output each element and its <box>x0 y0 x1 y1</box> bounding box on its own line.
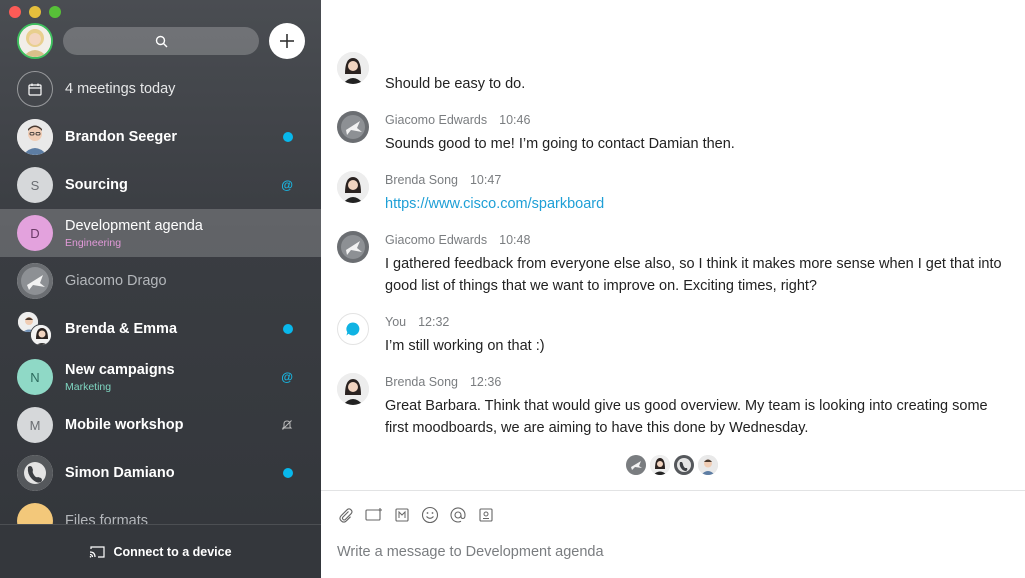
message-text: I gathered feedback from everyone else a… <box>385 256 1002 294</box>
conversation-item-brenda-emma[interactable]: Brenda & Emma <box>0 305 321 353</box>
read-receipts[interactable] <box>626 455 718 475</box>
author-name: You <box>385 315 407 329</box>
connect-label: Connect to a device <box>113 544 232 559</box>
avatar: N <box>17 359 53 395</box>
avatar <box>337 52 369 84</box>
at-icon: @ <box>281 370 293 384</box>
conversation-pane: Should be easy to do. Giacomo Edwards 10:… <box>321 0 1025 578</box>
message-meta: You 12:32 <box>385 315 449 329</box>
cast-icon <box>90 545 106 558</box>
user-avatar[interactable] <box>17 23 53 59</box>
meetings-today[interactable]: 4 meetings today <box>0 65 321 113</box>
conversation-name: Mobile workshop <box>65 417 184 433</box>
conversation-name: Development agenda <box>65 217 203 234</box>
conversation-name: New campaigns <box>65 361 175 378</box>
window-controls <box>9 6 61 18</box>
message-meta: Giacomo Edwards 10:46 <box>385 113 530 127</box>
conversation-name: Giacomo Drago <box>65 273 167 289</box>
conversation-list: Brandon Seeger S Sourcing @ D Developmen… <box>0 113 321 545</box>
author-name: Giacomo Edwards <box>385 233 488 247</box>
message-text: Great Barbara. Think that would give us … <box>385 398 988 436</box>
search-bar[interactable] <box>63 27 259 55</box>
author-name: Brenda Song <box>385 375 458 389</box>
unread-indicator <box>283 468 293 478</box>
avatar <box>650 455 670 475</box>
message-input[interactable] <box>337 541 997 563</box>
mention-indicator: @ <box>281 368 293 386</box>
mention-indicator: @ <box>281 176 293 194</box>
message-meta: Brenda Song 12:36 <box>385 375 501 389</box>
avatar <box>17 263 53 299</box>
avatar <box>337 373 369 405</box>
calendar-icon <box>17 71 53 107</box>
meetings-label: 4 meetings today <box>65 81 176 97</box>
team-label: Marketing <box>65 380 112 393</box>
conversation-name: Sourcing <box>65 177 128 193</box>
sidebar: 4 meetings today Brandon Seeger S Sourci… <box>0 0 321 578</box>
message-text: I’m still working on that :) <box>385 338 545 354</box>
at-icon: @ <box>281 178 293 192</box>
mention-icon[interactable] <box>449 506 467 524</box>
unread-indicator <box>283 132 293 142</box>
message-text: https://www.cisco.com/sparkboard <box>385 193 1005 215</box>
conversation-item-mobile-workshop[interactable]: M Mobile workshop <box>0 401 321 449</box>
close-window-button[interactable] <box>9 6 21 18</box>
message-text: Sounds good to me! I’m going to contact … <box>385 136 735 152</box>
attach-icon[interactable] <box>337 506 355 524</box>
avatar <box>17 455 53 491</box>
conversation-name: Brenda & Emma <box>65 321 178 337</box>
connect-to-device-button[interactable]: Connect to a device <box>0 524 321 578</box>
conversation-item-simon-damiano[interactable]: Simon Damiano <box>0 449 321 497</box>
conversation-item-brandon-seeger[interactable]: Brandon Seeger <box>0 113 321 161</box>
avatar: M <box>17 407 53 443</box>
timestamp: 10:47 <box>469 173 502 187</box>
avatar <box>337 231 369 263</box>
avatar: D <box>17 215 53 251</box>
chat-bubble-icon <box>346 322 360 336</box>
message-composer <box>321 490 1025 578</box>
conversation-name: Brandon Seeger <box>65 129 177 145</box>
team-label: Engineering <box>65 236 122 249</box>
conversation-name: Simon Damiano <box>65 465 175 481</box>
avatar <box>626 455 646 475</box>
avatar <box>698 455 718 475</box>
timestamp: 10:48 <box>499 233 531 247</box>
composer-toolbar <box>337 506 495 524</box>
conversation-item-giacomo-drago[interactable]: Giacomo Drago <box>0 257 321 305</box>
message-meta: Brenda Song 10:47 <box>385 173 501 187</box>
message-text: Should be easy to do. <box>385 76 526 92</box>
whiteboard-icon[interactable] <box>477 506 495 524</box>
new-space-button[interactable] <box>269 23 305 59</box>
timestamp: 10:46 <box>499 113 531 127</box>
message-link[interactable]: https://www.cisco.com/sparkboard <box>385 196 604 212</box>
timestamp: 12:36 <box>469 375 502 389</box>
emoji-icon[interactable] <box>421 506 439 524</box>
conversation-item-development-agenda[interactable]: D Development agenda Engineering <box>0 209 321 257</box>
minimize-window-button[interactable] <box>29 6 41 18</box>
conversation-item-new-campaigns[interactable]: N New campaigns Marketing @ <box>0 353 321 401</box>
conversation-item-sourcing[interactable]: S Sourcing @ <box>0 161 321 209</box>
author-name: Brenda Song <box>385 173 458 187</box>
screen-share-icon[interactable] <box>365 506 383 524</box>
unread-indicator <box>283 324 293 334</box>
avatar <box>337 313 369 345</box>
author-name: Giacomo Edwards <box>385 113 488 127</box>
avatar <box>674 455 694 475</box>
zoom-window-button[interactable] <box>49 6 61 18</box>
timestamp: 12:32 <box>418 315 450 329</box>
markdown-icon[interactable] <box>393 506 411 524</box>
group-avatar <box>17 311 53 347</box>
avatar <box>17 119 53 155</box>
search-icon <box>155 35 167 47</box>
message-meta: Giacomo Edwards 10:48 <box>385 233 530 247</box>
plus-icon <box>280 34 294 48</box>
avatar <box>337 171 369 203</box>
avatar <box>337 111 369 143</box>
muted-bell-icon <box>281 419 293 431</box>
avatar: S <box>17 167 53 203</box>
